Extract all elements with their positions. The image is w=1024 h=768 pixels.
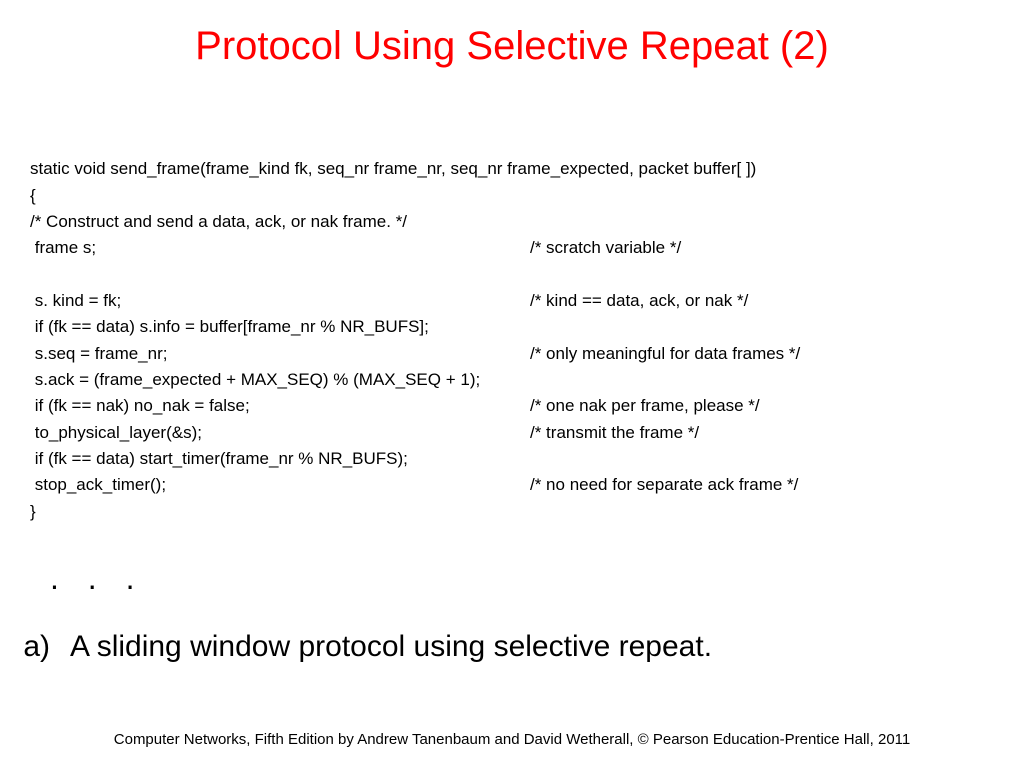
code-line: to_physical_layer(&s); (30, 423, 202, 442)
code-line: if (fk == data) s.info = buffer[frame_nr… (30, 317, 429, 336)
code-line: s.ack = (frame_expected + MAX_SEQ) % (MA… (30, 370, 480, 389)
code-line: { (30, 186, 36, 205)
code-block: static void send_frame(frame_kind fk, se… (30, 130, 1000, 552)
code-line: } (30, 502, 36, 521)
code-comment: /* transmit the frame */ (530, 420, 699, 446)
code-line: /* Construct and send a data, ack, or na… (30, 212, 407, 231)
code-line: frame s; (30, 238, 96, 257)
code-line: if (fk == nak) no_nak = false; (30, 396, 250, 415)
slide-title: Protocol Using Selective Repeat (2) (0, 0, 1024, 69)
code-line: stop_ack_timer(); (30, 475, 166, 494)
code-line: if (fk == data) start_timer(frame_nr % N… (30, 449, 408, 468)
code-comment: /* one nak per frame, please */ (530, 393, 760, 419)
slide: Protocol Using Selective Repeat (2) stat… (0, 0, 1024, 768)
caption: a) A sliding window protocol using selec… (0, 630, 1024, 664)
caption-text: A sliding window protocol using selectiv… (70, 630, 712, 664)
code-comment: /* only meaningful for data frames */ (530, 341, 800, 367)
footer-text: Computer Networks, Fifth Edition by Andr… (0, 731, 1024, 748)
caption-label: a) (0, 630, 70, 664)
code-line: s.seq = frame_nr; (30, 344, 167, 363)
code-line: s. kind = fk; (30, 291, 121, 310)
code-comment: /* kind == data, ack, or nak */ (530, 288, 748, 314)
code-comment: /* scratch variable */ (530, 235, 681, 261)
continuation-ellipsis: . . . (50, 560, 144, 597)
code-line: static void send_frame(frame_kind fk, se… (30, 159, 756, 178)
code-comment: /* no need for separate ack frame */ (530, 472, 798, 498)
